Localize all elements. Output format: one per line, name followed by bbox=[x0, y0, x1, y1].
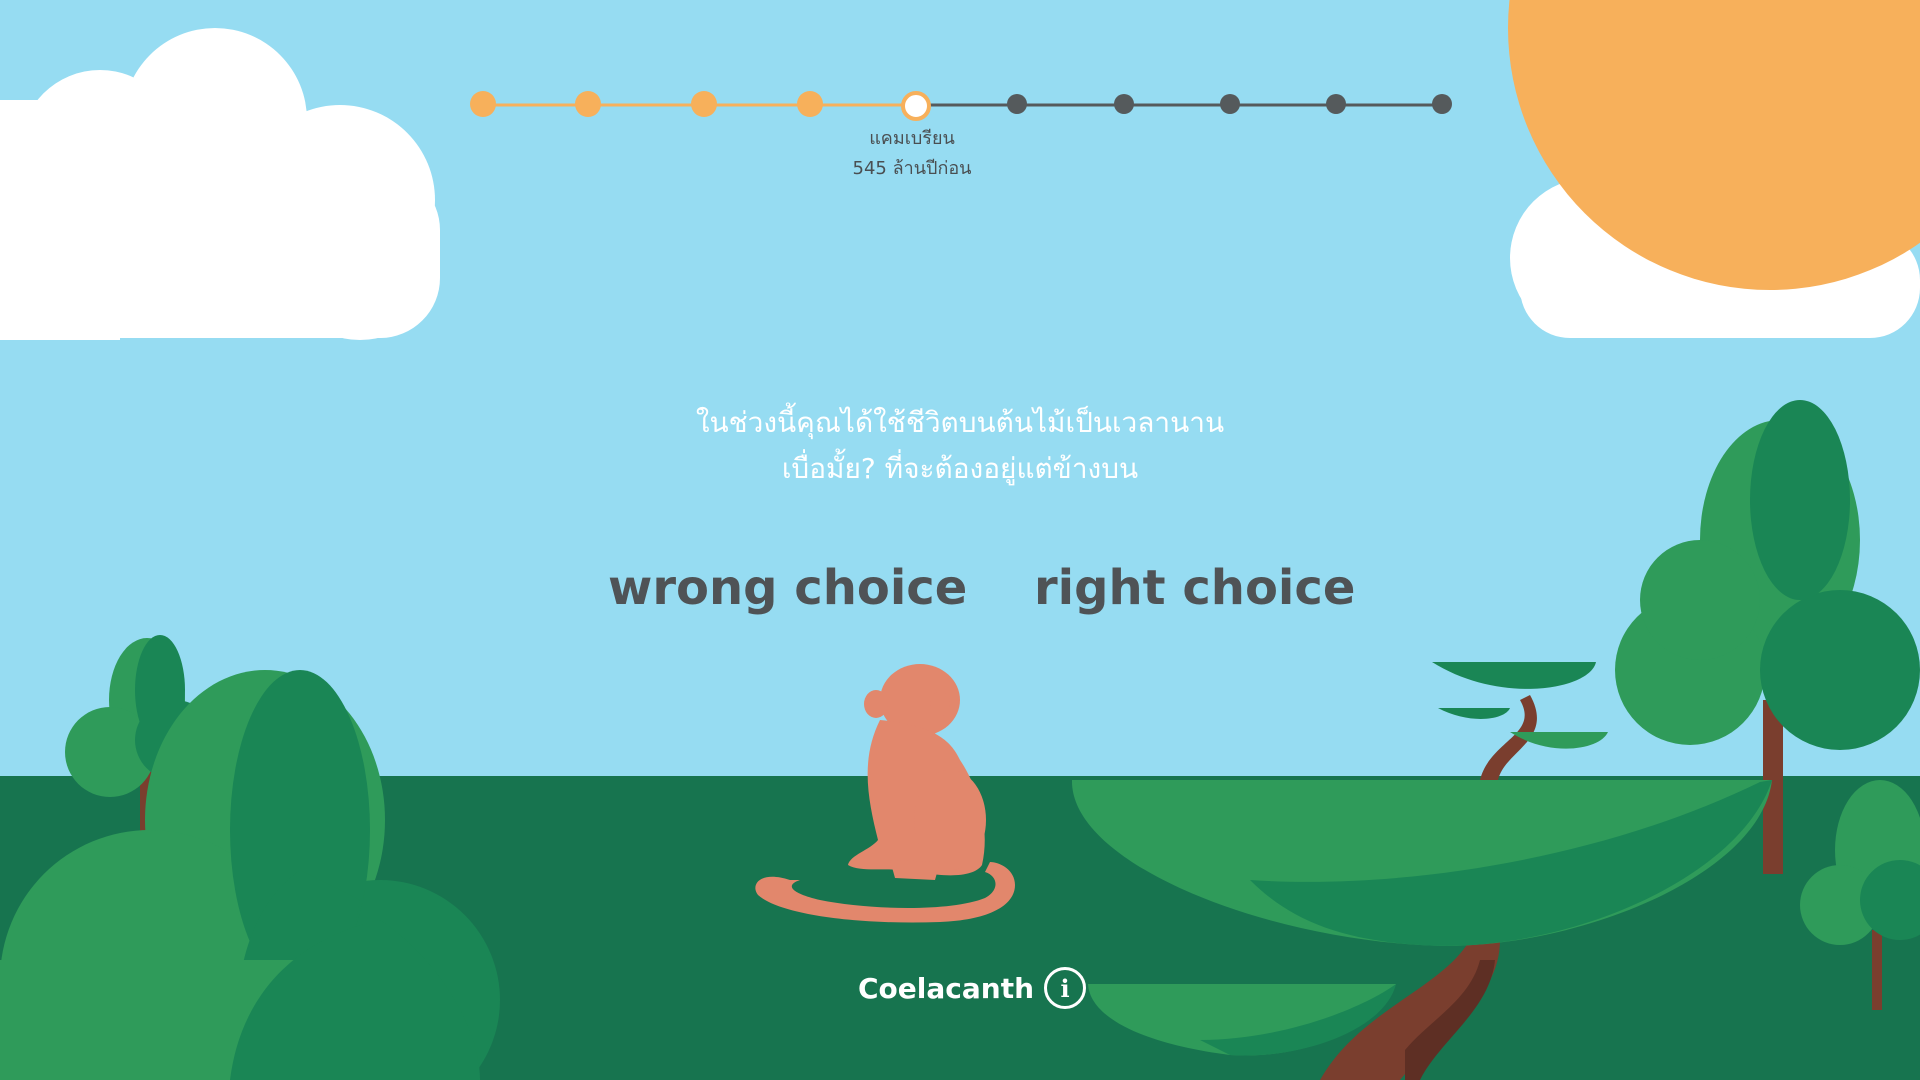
creature-info: Coelacanth i bbox=[858, 966, 1087, 1010]
timeline-step-8[interactable] bbox=[1220, 94, 1240, 114]
timeline bbox=[460, 86, 1460, 126]
timeline-step-9[interactable] bbox=[1326, 94, 1346, 114]
timeline-step-5-current[interactable] bbox=[901, 91, 931, 121]
era-label: แคมเบรียน 545 ล้านปีก่อน bbox=[812, 124, 1012, 184]
timeline-step-7[interactable] bbox=[1114, 94, 1134, 114]
question-text: ในช่วงนี้คุณได้ใช้ชีวิตบนต้นไม้เป็นเวลาน… bbox=[560, 400, 1360, 492]
right-choice-button[interactable]: right choice bbox=[1034, 558, 1355, 618]
timeline-step-2[interactable] bbox=[575, 91, 601, 117]
era-time: 545 ล้านปีก่อน bbox=[852, 158, 972, 179]
timeline-step-1[interactable] bbox=[470, 91, 496, 117]
timeline-step-4[interactable] bbox=[797, 91, 823, 117]
era-name: แคมเบรียน bbox=[869, 128, 955, 149]
timeline-step-3[interactable] bbox=[691, 91, 717, 117]
wrong-choice-button[interactable]: wrong choice bbox=[608, 558, 967, 618]
timeline-step-10[interactable] bbox=[1432, 94, 1452, 114]
info-icon[interactable]: i bbox=[1044, 967, 1087, 1009]
creature-name: Coelacanth bbox=[858, 971, 1035, 1005]
timeline-step-6[interactable] bbox=[1007, 94, 1027, 114]
question-line-1: ในช่วงนี้คุณได้ใช้ชีวิตบนต้นไม้เป็นเวลาน… bbox=[695, 406, 1225, 439]
question-line-2: เบื่อมั้ย? ที่จะต้องอยู่แต่ข้างบน bbox=[781, 452, 1139, 485]
